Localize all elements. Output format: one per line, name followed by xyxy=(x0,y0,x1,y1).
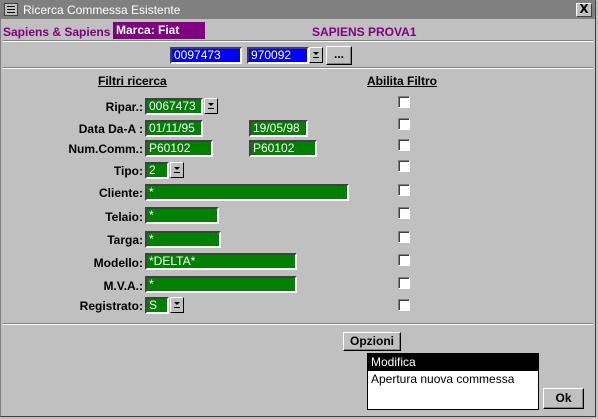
order-number-spin-button[interactable] xyxy=(309,47,323,63)
plate-filter-checkbox[interactable] xyxy=(398,231,410,243)
type-field[interactable]: 2 xyxy=(145,162,169,179)
enable-filter-title: Abilita Filtro xyxy=(367,74,437,88)
browse-button[interactable]: ... xyxy=(326,46,352,65)
window-title: Ricerca Commessa Esistente xyxy=(23,3,181,17)
top-separator xyxy=(3,67,593,69)
bottom-separator xyxy=(3,323,593,325)
date-to-field[interactable]: 19/05/98 xyxy=(249,120,308,137)
plate-label: Targa: xyxy=(107,233,143,247)
header-separator xyxy=(3,40,593,42)
app-icon xyxy=(4,3,18,16)
close-button[interactable]: X xyxy=(576,3,592,17)
order-number-field[interactable]: 970092 xyxy=(247,47,309,64)
ripar-spin-button[interactable] xyxy=(204,98,218,114)
order-code-field[interactable]: 0097473 xyxy=(170,47,242,64)
options-button[interactable]: Opzioni xyxy=(343,332,401,351)
customer-field[interactable]: * xyxy=(145,184,349,201)
order-number-filter-checkbox[interactable] xyxy=(398,139,410,151)
order-number-range-label: Num.Comm.: xyxy=(68,142,143,156)
chassis-label: Telaio: xyxy=(105,210,143,224)
model-label: Modello: xyxy=(93,256,143,270)
environment-title: SAPIENS PROVA1 xyxy=(312,25,417,39)
filters-title: Filtri ricerca xyxy=(98,74,167,88)
order-number-to-field[interactable]: P60102 xyxy=(249,140,317,157)
order-number-from-field[interactable]: P60102 xyxy=(145,140,213,157)
ok-button[interactable]: Ok xyxy=(543,388,584,409)
customer-filter-checkbox[interactable] xyxy=(398,184,410,196)
option-item-modifica[interactable]: Modifica xyxy=(368,354,538,371)
type-label: Tipo: xyxy=(113,164,143,178)
options-list[interactable]: Modifica Apertura nuova commessa xyxy=(367,353,539,410)
title-bar: Ricerca Commessa Esistente X xyxy=(1,1,595,19)
mva-label: M.V.A.: xyxy=(103,279,143,293)
date-range-label: Data Da-A : xyxy=(78,122,143,136)
chassis-field[interactable]: * xyxy=(145,207,219,224)
chassis-filter-checkbox[interactable] xyxy=(398,207,410,219)
mva-field[interactable]: * xyxy=(145,276,297,293)
registered-label: Registrato: xyxy=(79,299,143,313)
registered-spin-button[interactable] xyxy=(170,297,184,313)
type-spin-button[interactable] xyxy=(170,162,184,178)
model-filter-checkbox[interactable] xyxy=(398,254,410,266)
type-filter-checkbox[interactable] xyxy=(398,160,410,172)
date-from-field[interactable]: 01/11/95 xyxy=(145,120,203,137)
ripar-filter-checkbox[interactable] xyxy=(398,96,410,108)
ripar-label: Ripar.: xyxy=(105,100,143,114)
date-filter-checkbox[interactable] xyxy=(398,118,410,130)
brand-label: Marca: Fiat xyxy=(113,22,205,39)
plate-field[interactable]: * xyxy=(145,231,221,248)
customer-label: Cliente: xyxy=(98,186,143,200)
company-name: Sapiens & Sapiens xyxy=(3,25,111,39)
mva-filter-checkbox[interactable] xyxy=(398,277,410,289)
option-item-new-order[interactable]: Apertura nuova commessa xyxy=(368,371,538,388)
registered-filter-checkbox[interactable] xyxy=(398,299,410,311)
registered-field[interactable]: S xyxy=(145,297,169,314)
ripar-field[interactable]: 0067473 xyxy=(145,98,203,115)
model-field[interactable]: *DELTA* xyxy=(145,253,297,270)
